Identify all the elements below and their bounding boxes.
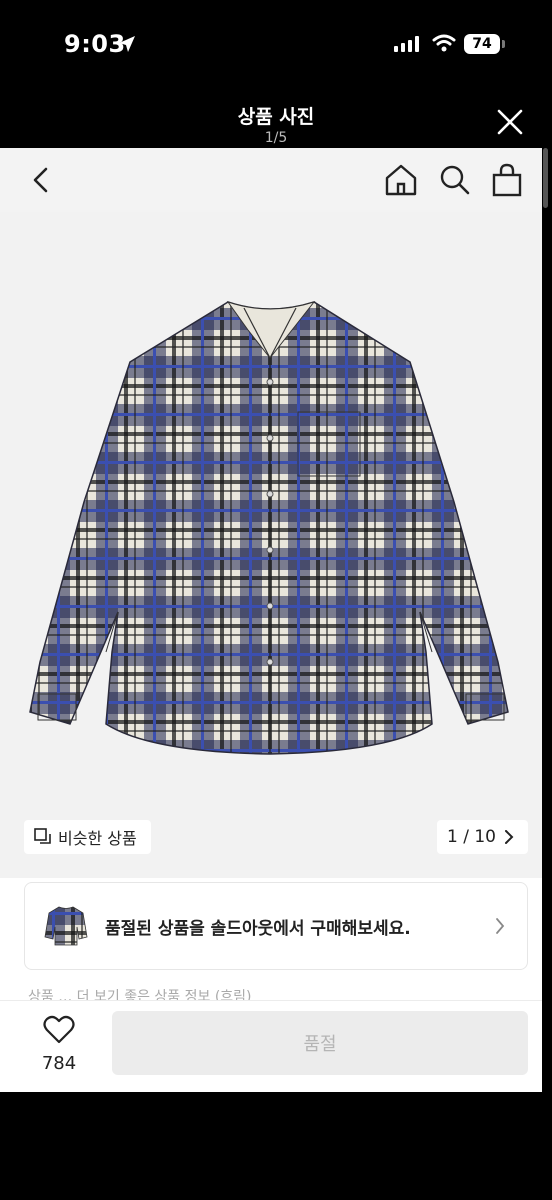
soldout-banner[interactable]: 품절된 상품을 솔드아웃에서 구매해보세요. [24,882,528,970]
screenshot-photo: 비슷한 상품 1 / 10 품절된 상품을 솔드아웃에서 구매해보세요. 상품 … [0,148,542,1092]
home-icon [385,164,417,196]
status-time: 9:03 [64,30,126,58]
image-counter-button[interactable]: 1 / 10 [437,820,528,854]
cart-button[interactable] [488,161,526,199]
heart-icon [43,1015,75,1044]
home-button[interactable] [382,161,420,199]
cellular-signal-icon [394,36,420,56]
shopping-bag-icon [492,163,522,197]
similar-products-button[interactable]: 비슷한 상품 [24,820,151,854]
like-count: 784 [41,1053,77,1074]
scrollbar[interactable] [543,148,548,208]
image-counter-label: 1 / 10 [447,827,496,847]
battery-nub [502,40,505,48]
location-arrow-icon [118,35,136,57]
plaid-shirt-image [29,301,509,755]
app-nav-bar [0,148,542,212]
copy-icon [34,828,51,844]
like-button[interactable]: 784 [34,1015,84,1074]
viewer-photo-counter: 1/5 [264,130,288,146]
status-bar: 9:03 74 [0,0,552,90]
bottom-action-bar: 784 품절 [0,1000,542,1092]
search-button[interactable] [436,161,474,199]
product-image[interactable] [0,212,542,878]
viewer-title: 상품 사진 [237,106,315,128]
chevron-right-icon [496,918,505,934]
close-button[interactable] [494,106,526,138]
battery-icon: 74 [464,34,500,54]
back-button[interactable] [22,161,60,199]
soldout-button[interactable]: 품절 [112,1011,528,1075]
search-icon [440,165,470,195]
photo-viewer-header: 상품 사진 1/5 [0,90,552,148]
wifi-icon [432,34,456,56]
shirt-thumbnail [44,906,88,946]
close-icon [497,109,523,135]
soldout-banner-text: 품절된 상품을 솔드아웃에서 구매해보세요. [105,918,411,939]
chevron-right-icon [505,830,514,844]
chevron-left-icon [33,167,48,193]
similar-products-label: 비슷한 상품 [58,829,137,848]
